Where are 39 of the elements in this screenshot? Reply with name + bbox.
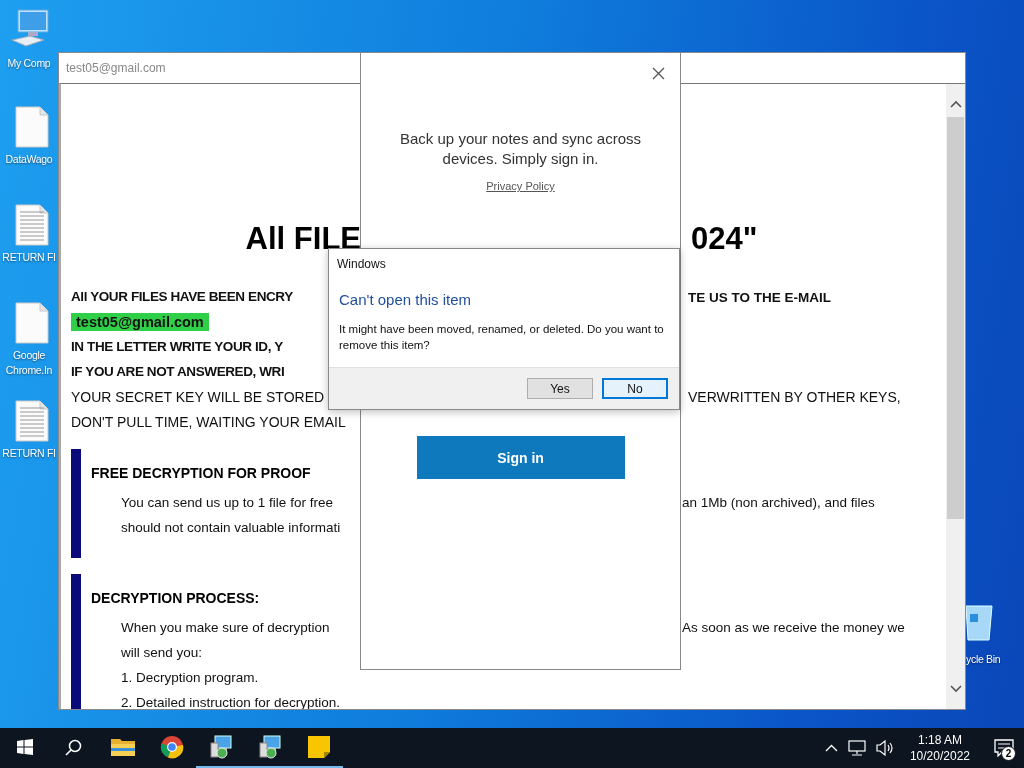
dialog-button[interactable]: No — [602, 378, 668, 399]
desktop-icon-label: Google — [11, 348, 47, 363]
privacy-policy-link[interactable]: Privacy Policy — [486, 180, 555, 192]
note-text: When you make sure of decryption — [121, 619, 330, 635]
note-text: will send you: — [121, 644, 203, 660]
note-text: TE US TO THE E-MAIL — [687, 289, 831, 305]
email-tag: test05@gmail.com — [71, 312, 209, 331]
dialog-message: It might have been moved, renamed, or deleted. Do you want to remove this item? — [338, 322, 665, 353]
note-heading: All FILE — [245, 220, 361, 258]
section-heading: DECRYPTION PROCESS: — [91, 589, 261, 608]
desktop-icon-label: ycle Bin — [966, 652, 1002, 667]
desktop-icon-label: My Comp — [6, 56, 52, 71]
desktop-icon-label: DataWago — [4, 152, 54, 167]
sign-in-message: Back up your notes and sync across devices. Simply sign in. — [399, 129, 642, 169]
dialog-button[interactable]: Yes — [527, 378, 593, 399]
desktop-icon-label: RETURN FI — [1, 250, 57, 265]
window-title: test05@gmail.com — [66, 60, 166, 77]
note-text: All YOUR FILES HAVE BEEN ENCRY — [71, 289, 293, 304]
note-text: You can send us up to 1 file for free — [121, 494, 333, 510]
notification-count: 2 — [1001, 746, 1016, 761]
note-text: YOUR SECRET KEY WILL BE STORED — [71, 388, 325, 405]
notifications-button[interactable]: 2 — [984, 728, 1024, 768]
note-text: IF YOU ARE NOT ANSWERED, WRI — [71, 364, 285, 379]
note-text: 2. Detailed instruction for decryption. — [121, 694, 341, 709]
desktop-icon-label: RETURN FI — [1, 446, 57, 461]
dialog-title: Windows — [336, 256, 387, 271]
note-text: As soon as we receive the money we — [682, 619, 905, 635]
note-text: VERWRITTEN BY OTHER KEYS, — [687, 388, 901, 405]
note-text: DON'T PULL TIME, WAITING YOUR EMAIL — [71, 413, 346, 430]
note-text: 1. Decryption program. — [121, 669, 259, 685]
desktop-icon-label: Chrome.In — [4, 363, 54, 378]
note-heading: 024" — [690, 221, 758, 256]
note-text: should not contain valuable informati — [121, 519, 341, 535]
note-text: an 1Mb (non archived), and files — [682, 494, 875, 510]
section-heading: FREE DECRYPTION FOR PROOF — [91, 464, 312, 483]
sign-in-button[interactable]: Sign in — [416, 436, 625, 479]
note-text: IN THE LETTER WRITE YOUR ID, Y — [71, 339, 283, 354]
clock[interactable]: 1:18 AM 10/20/2022 — [901, 732, 978, 764]
dialog-heading: Can't open this item — [338, 290, 473, 308]
